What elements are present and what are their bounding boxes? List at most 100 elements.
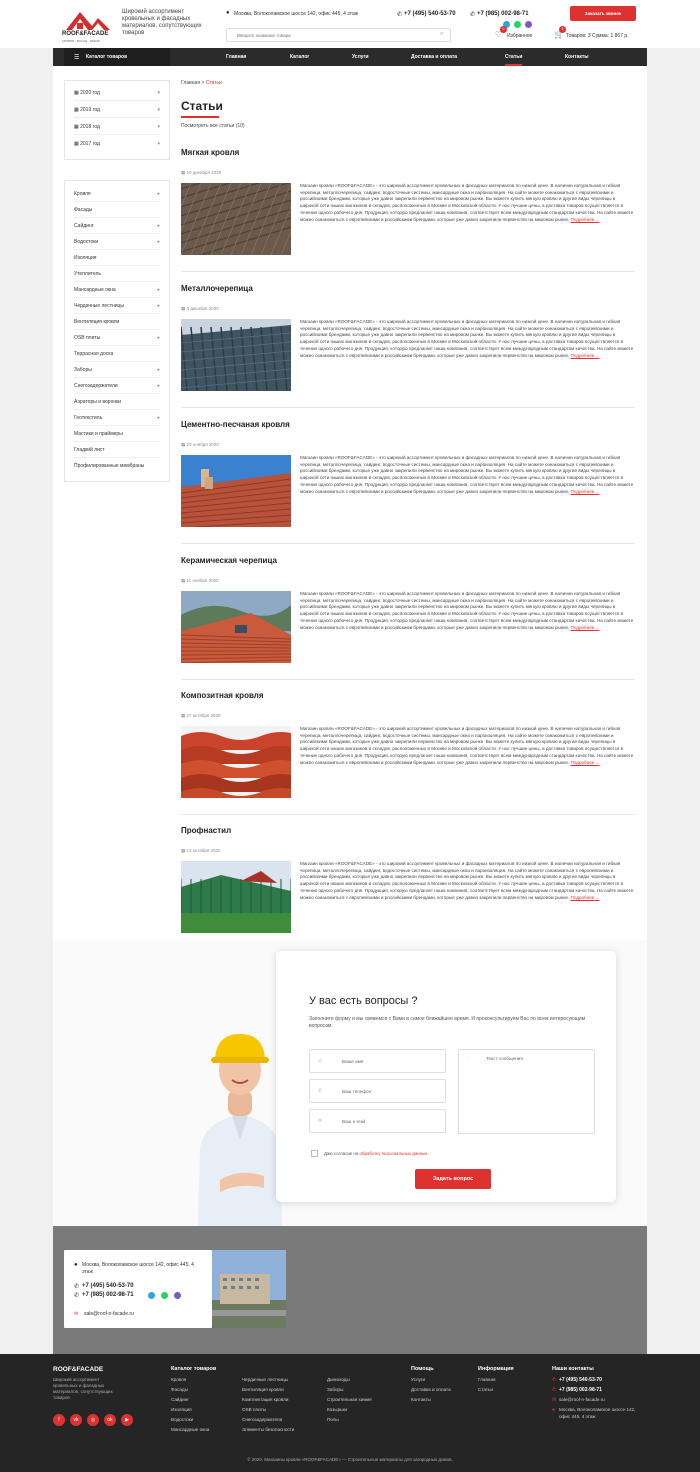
footer-link[interactable]: Чердачные лестницы xyxy=(242,1377,288,1382)
article-image[interactable] xyxy=(181,591,291,663)
footer-link[interactable]: Фасады xyxy=(171,1387,188,1392)
article-title[interactable]: Профнастил xyxy=(181,826,231,835)
sidebar-category-item[interactable]: Террасная доска xyxy=(74,346,160,362)
sidebar-category-item[interactable]: Геотекстиль ▸ xyxy=(74,410,160,426)
agree-checkbox[interactable] xyxy=(311,1150,318,1157)
sidebar-category-item[interactable]: Утеплитель xyxy=(74,266,160,282)
footer-link[interactable]: OSB плиты xyxy=(242,1407,266,1412)
footer-link[interactable]: Козырьки xyxy=(327,1407,347,1412)
read-more-link[interactable]: Подробнее ... xyxy=(571,217,600,222)
year-item-2018[interactable]: ▦ 2018 год ▾ xyxy=(74,119,160,135)
article-title[interactable]: Металлочерепица xyxy=(181,284,253,293)
sidebar-category-item[interactable]: Профилированные мембраны xyxy=(74,458,160,474)
sidebar-category-item[interactable]: Вентиляция кровли xyxy=(74,314,160,330)
telegram-icon[interactable] xyxy=(148,1292,155,1299)
footer-link[interactable]: Комплектация кровли xyxy=(242,1397,288,1402)
viber-icon[interactable] xyxy=(525,21,532,28)
sidebar-category-item[interactable]: Чердачные лестницы ▸ xyxy=(74,298,160,314)
article-image[interactable] xyxy=(181,455,291,527)
sidebar-category-item[interactable]: Водостоки ▸ xyxy=(74,234,160,250)
footer-link[interactable]: Элементы безопасности xyxy=(242,1427,294,1432)
nav-item-services[interactable]: Услуги xyxy=(352,48,369,66)
contact-email[interactable]: sale@roof-n-facade.ru xyxy=(84,1311,134,1317)
whatsapp-icon[interactable] xyxy=(161,1292,168,1299)
nav-item-delivery[interactable]: Доставка и оплата xyxy=(411,48,457,66)
privacy-link[interactable]: обработку персональных данных xyxy=(360,1151,428,1156)
sidebar-category-item[interactable]: Сайдинг ▸ xyxy=(74,218,160,234)
email-field[interactable] xyxy=(309,1109,446,1133)
search-input[interactable] xyxy=(226,28,451,42)
sidebar-category-item[interactable]: Мастики и праймеры xyxy=(74,426,160,442)
sidebar-category-item[interactable]: Кровля ▸ xyxy=(74,186,160,202)
footer-link[interactable]: Строительная химия xyxy=(327,1397,372,1402)
read-more-link[interactable]: Подробнее ... xyxy=(571,625,600,630)
viber-icon[interactable] xyxy=(174,1292,181,1299)
footer-link[interactable]: Доставка и оплата xyxy=(411,1387,451,1392)
sidebar-category-item[interactable]: Гладкий лист xyxy=(74,442,160,458)
contact-phone-2[interactable]: +7 (985) 002-98-71 xyxy=(82,1292,134,1298)
sidebar-category-item[interactable]: Фасады xyxy=(74,202,160,218)
vk-icon[interactable]: vk xyxy=(70,1414,82,1426)
breadcrumb-home[interactable]: Главная xyxy=(181,80,200,86)
footer-link[interactable]: Заборы xyxy=(327,1387,343,1392)
article-title[interactable]: Керамическая черепица xyxy=(181,556,277,565)
article-image[interactable] xyxy=(181,319,291,391)
call-request-button[interactable]: Заказать звонок xyxy=(570,6,636,21)
footer-link[interactable]: Кровля xyxy=(171,1377,186,1382)
article-image[interactable] xyxy=(181,726,291,798)
footer-email[interactable]: sale@roof-n-facade.ru xyxy=(559,1397,605,1402)
footer-link[interactable]: Мансардные окна xyxy=(171,1427,209,1432)
footer-link[interactable]: Статьи xyxy=(478,1387,493,1392)
instagram-icon[interactable]: ◎ xyxy=(87,1414,99,1426)
read-more-link[interactable]: Подробнее ... xyxy=(571,489,600,494)
footer-phone-2[interactable]: +7 (985) 002-98-71 xyxy=(559,1387,602,1393)
sidebar-category-item[interactable]: Снегозадержатели ▸ xyxy=(74,378,160,394)
nav-item-home[interactable]: Главная xyxy=(226,48,246,66)
read-more-link[interactable]: Подробнее ... xyxy=(571,760,600,765)
catalog-menu-button[interactable]: Каталог товаров xyxy=(64,48,170,66)
footer-logo[interactable]: ROOF&FACADE xyxy=(53,1366,103,1373)
footer-link[interactable]: Сайдинг xyxy=(171,1397,189,1402)
nav-item-contacts[interactable]: Контакты xyxy=(565,48,589,66)
footer-link[interactable]: Изоляция xyxy=(171,1407,192,1412)
header-phone-1[interactable]: +7 (495) 540-53-70 xyxy=(404,11,456,17)
name-field[interactable] xyxy=(309,1049,446,1073)
read-more-link[interactable]: Подробнее ... xyxy=(571,353,600,358)
view-all-articles[interactable]: Посмотреть все статьи (10) xyxy=(181,123,245,129)
message-textarea[interactable] xyxy=(458,1049,595,1134)
sidebar-category-item[interactable]: Изоляция xyxy=(74,250,160,266)
whatsapp-icon[interactable] xyxy=(514,21,521,28)
footer-link[interactable]: Водостоки xyxy=(171,1417,193,1422)
year-item-2019[interactable]: ▦ 2019 год ▾ xyxy=(74,102,160,118)
sidebar-category-item[interactable]: Заборы ▸ xyxy=(74,362,160,378)
nav-item-articles[interactable]: Статьи xyxy=(505,48,523,66)
submit-question-button[interactable]: Задать вопрос xyxy=(415,1169,491,1189)
article-title[interactable]: Мягкая кровля xyxy=(181,148,239,157)
footer-link[interactable]: Услуги xyxy=(411,1377,425,1382)
footer-link[interactable]: Снегозадержатели xyxy=(242,1417,282,1422)
phone-field[interactable] xyxy=(309,1079,446,1103)
sidebar-category-item[interactable]: Аэраторы и воронки xyxy=(74,394,160,410)
favorites-link[interactable]: Избранное xyxy=(507,33,532,39)
footer-link[interactable]: Вентиляция кровли xyxy=(242,1387,284,1392)
year-item-2017[interactable]: ▦ 2017 год ▾ xyxy=(74,136,160,152)
footer-link[interactable]: Дымоходы xyxy=(327,1377,350,1382)
article-title[interactable]: Композитная кровля xyxy=(181,691,264,700)
footer-link[interactable]: Контакты xyxy=(411,1397,431,1402)
search-icon[interactable]: ⌕ xyxy=(440,31,443,38)
youtube-icon[interactable]: ▶ xyxy=(121,1414,133,1426)
footer-phone-1[interactable]: +7 (495) 540-53-70 xyxy=(559,1377,602,1383)
sidebar-category-item[interactable]: Мансардные окна ▸ xyxy=(74,282,160,298)
nav-item-catalog[interactable]: Каталог xyxy=(290,48,309,66)
article-image[interactable] xyxy=(181,861,291,933)
odnoklassniki-icon[interactable]: ok xyxy=(104,1414,116,1426)
hamburger-icon[interactable]: ☰ xyxy=(74,54,79,61)
year-item-2020[interactable]: ▦ 2020 год ▾ xyxy=(74,85,160,101)
article-image[interactable] xyxy=(181,183,291,255)
sidebar-category-item[interactable]: OSB плиты ▸ xyxy=(74,330,160,346)
footer-link[interactable]: Полы xyxy=(327,1417,339,1422)
header-phone-2[interactable]: +7 (985) 002-98-71 xyxy=(477,11,529,17)
contact-phone-1[interactable]: +7 (495) 540-53-70 xyxy=(82,1283,134,1289)
footer-link[interactable]: Главная xyxy=(478,1377,495,1382)
article-title[interactable]: Цементно-песчаная кровля xyxy=(181,420,290,429)
